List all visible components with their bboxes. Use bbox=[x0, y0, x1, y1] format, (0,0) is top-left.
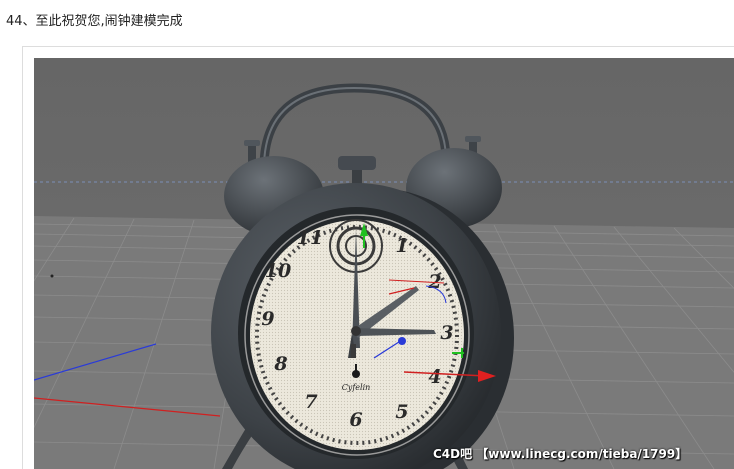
step-heading: 44、至此祝贺您,闹钟建模完成 bbox=[6, 14, 183, 29]
numeral-3: 3 bbox=[440, 322, 453, 344]
cinema4d-viewport: 1 2 3 4 5 6 7 8 9 10 11 Cyfelin bbox=[34, 58, 734, 469]
viewport-render: 1 2 3 4 5 6 7 8 9 10 11 Cyfelin bbox=[34, 58, 734, 469]
numeral-7: 7 bbox=[304, 391, 317, 413]
dial-brand: Cyfelin bbox=[342, 383, 371, 392]
numeral-6: 6 bbox=[349, 409, 362, 431]
hand-tail-block bbox=[351, 344, 356, 358]
numeral-10: 10 bbox=[265, 260, 291, 282]
origin-dot bbox=[50, 274, 54, 278]
numeral-11: 11 bbox=[297, 227, 323, 249]
gizmo-handle-z bbox=[398, 337, 406, 345]
watermark: C4D吧 【www.linecg.com/tieba/1799】 bbox=[433, 447, 688, 461]
numeral-8: 8 bbox=[273, 353, 287, 375]
hand-pivot bbox=[351, 326, 361, 336]
numeral-9: 9 bbox=[261, 308, 274, 330]
numeral-5: 5 bbox=[395, 401, 408, 423]
tutorial-page: 44、至此祝贺您,闹钟建模完成 1 2 3 4 5 6 7 8 9 10 11 … bbox=[0, 0, 734, 469]
numeral-1: 1 bbox=[395, 235, 408, 257]
numeral-4: 4 bbox=[428, 366, 441, 388]
